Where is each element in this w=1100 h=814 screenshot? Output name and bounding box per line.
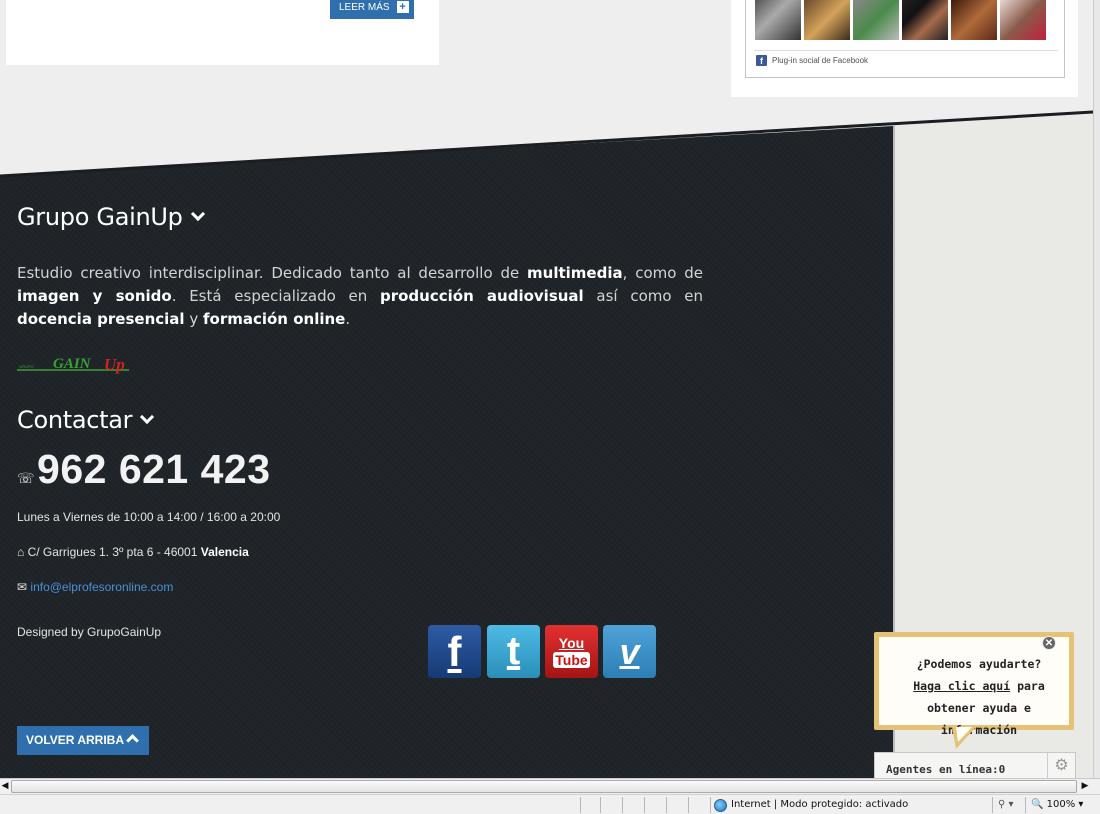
facebook-widget: f Plug-in social de Facebook [731, 0, 1078, 97]
chevron-down-icon [190, 206, 205, 222]
read-more-button[interactable]: LEER MÁS + [330, 0, 414, 19]
address: ⌂ C/ Garrigues 1. 3º pta 6 - 46001 Valen… [17, 545, 249, 559]
close-icon[interactable]: ✕ [1042, 636, 1056, 650]
protected-mode-dropdown[interactable]: ⚲ ▾ [995, 796, 1014, 814]
about-text: . Está especializado en [171, 287, 380, 305]
fan-avatar[interactable] [1000, 0, 1046, 40]
agents-online-label: Agentes en línea:0 [886, 763, 1006, 776]
status-cell [710, 797, 711, 813]
chat-prompt-text: ¿Podemos ayudarte? Haga clic aquí para o… [887, 653, 1071, 741]
about-keyword: imagen y sonido [17, 287, 172, 305]
youtube-social-button[interactable]: You Tube [545, 625, 598, 678]
logo-text: GAIN [53, 356, 92, 372]
about-description: Estudio creativo interdisciplinar. Dedic… [17, 262, 703, 331]
about-text: y [184, 310, 203, 328]
scrollbar-thumb[interactable] [11, 780, 1077, 793]
about-keyword: producción audiovisual [379, 287, 584, 305]
fan-avatar[interactable] [755, 0, 801, 40]
about-text: Estudio creativo interdisciplinar. Dedic… [17, 264, 528, 282]
opening-hours: Lunes a Viernes de 10:00 a 14:00 / 16:00… [17, 510, 281, 524]
twitter-social-button[interactable]: t [487, 625, 540, 678]
vimeo-social-button[interactable]: v [603, 625, 656, 678]
email-line: ✉ info@elprofesoronline.com [17, 580, 173, 594]
back-to-top-label: VOLVER ARRIBA [26, 733, 125, 747]
horizontal-scrollbar[interactable]: ◀ ▶ [0, 778, 1100, 794]
designed-by: Designed by GrupoGainUp [17, 625, 162, 639]
zoom-icon: 🔍 [1031, 799, 1044, 810]
about-keyword: formación online [202, 310, 346, 328]
browser-status-bar: Internet | Modo protegido: activado ⚲ ▾ … [0, 794, 1100, 814]
scroll-right-icon[interactable]: ▶ [1080, 779, 1090, 794]
facebook-plugin-label: Plug-in social de Facebook [772, 56, 869, 65]
logo-small-text: GRUPO [19, 364, 34, 369]
zoom-control[interactable]: 🔍 100% ▾ [1028, 796, 1083, 814]
scroll-left-icon[interactable]: ◀ [0, 779, 10, 794]
status-cell [688, 797, 689, 813]
address-city: Valencia [200, 545, 249, 559]
chat-bubble-tail-inner [956, 727, 972, 742]
chevron-down-icon [140, 409, 155, 425]
gear-icon[interactable]: ⚙ [1047, 752, 1075, 778]
about-heading[interactable]: Grupo GainUp [17, 203, 205, 231]
status-cell [666, 797, 667, 813]
facebook-widget-frame: f Plug-in social de Facebook [745, 0, 1065, 78]
chevron-down-icon: ▾ [1078, 799, 1084, 810]
security-zone-label: Internet | Modo protegido: activado [731, 799, 909, 810]
vertical-scrollbar[interactable] [1093, 0, 1100, 778]
about-text: . [345, 310, 351, 328]
address-street: C/ Garrigues 1. 3º pta 6 - 46001 [27, 545, 201, 559]
chat-agents-bar[interactable]: Agentes en línea:0 [874, 752, 1076, 779]
status-cell [600, 797, 601, 813]
back-to-top-button[interactable]: VOLVER ARRIBA [17, 726, 149, 755]
divider [754, 50, 1058, 51]
envelope-icon: ✉ [17, 580, 28, 594]
home-icon: ⌂ [17, 545, 25, 559]
facebook-icon: f [756, 55, 767, 66]
status-cell [992, 797, 993, 813]
status-cell [622, 797, 623, 813]
chat-question: ¿Podemos ayudarte? [916, 657, 1042, 671]
youtube-icon-bottom: Tube [553, 651, 590, 668]
email-link[interactable]: info@elprofesoronline.com [30, 580, 173, 594]
post-card: LEER MÁS + [6, 0, 439, 65]
facebook-icon: f [447, 627, 462, 675]
contact-title: Contactar [17, 406, 133, 434]
fan-avatar[interactable] [804, 0, 850, 40]
status-cell [644, 797, 645, 813]
twitter-icon: t [506, 629, 521, 673]
about-keyword: docencia presencial [17, 310, 185, 328]
facebook-plugin-link[interactable]: f Plug-in social de Facebook [756, 55, 868, 66]
status-cell [580, 797, 581, 813]
vimeo-icon: v [619, 630, 640, 672]
phone-number[interactable]: ☏962 621 423 [17, 446, 271, 493]
chevron-up-icon [126, 734, 139, 747]
facebook-fans-list [755, 0, 1046, 40]
fan-avatar[interactable] [853, 0, 899, 40]
plus-icon: + [396, 1, 409, 13]
about-keyword: multimedia [527, 264, 623, 282]
phone-icon: ☏ [17, 470, 36, 486]
facebook-social-button[interactable]: f [428, 625, 481, 678]
youtube-icon-top: You [558, 634, 585, 651]
status-cell [1025, 797, 1026, 813]
read-more-label: LEER MÁS [339, 2, 390, 13]
zoom-level: 100% [1046, 799, 1076, 810]
globe-icon [714, 798, 727, 812]
security-zone[interactable]: Internet | Modo protegido: activado [712, 796, 908, 814]
phone-text: 962 621 423 [37, 446, 271, 492]
fan-avatar[interactable] [902, 0, 948, 40]
about-text: , como de [622, 264, 703, 282]
fan-avatar[interactable] [951, 0, 997, 40]
about-text: así como en [583, 287, 703, 305]
gainup-logo[interactable]: GRUPO GAIN Up [17, 352, 137, 378]
logo-text-accent: Up [104, 355, 125, 374]
contact-heading[interactable]: Contactar [17, 406, 155, 434]
chat-link[interactable]: Haga clic aquí [913, 679, 1010, 693]
about-title: Grupo GainUp [17, 203, 183, 231]
